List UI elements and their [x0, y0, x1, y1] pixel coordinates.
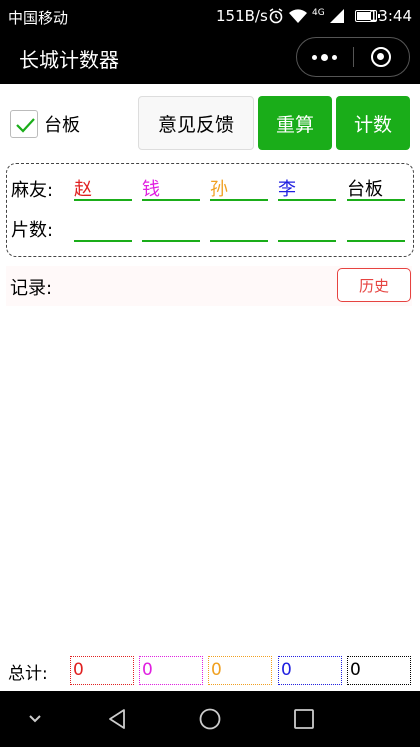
pieces-input-4[interactable]: [278, 240, 336, 242]
dot-icon: [312, 54, 318, 60]
name-underline: [278, 199, 336, 201]
page-title: 长城计数器: [19, 48, 119, 72]
name-underline: [74, 199, 132, 201]
pieces-input-2[interactable]: [142, 240, 200, 242]
player-name-1: 赵: [74, 179, 92, 200]
target-icon: [371, 47, 392, 67]
status-icons: 4G: [268, 8, 380, 24]
total-value-2: 0: [139, 656, 203, 685]
home-icon[interactable]: [198, 707, 222, 731]
feedback-button[interactable]: 意见反馈: [138, 96, 254, 150]
chevron-down-icon[interactable]: [28, 712, 42, 726]
total-value-1: 0: [70, 656, 134, 685]
nav-bar: 长城计数器: [0, 32, 420, 84]
reset-button[interactable]: 重算: [258, 96, 332, 150]
carrier-name: 中国移动: [8, 9, 69, 27]
dot-icon: [321, 53, 329, 61]
history-button[interactable]: 历史: [337, 268, 411, 302]
back-icon[interactable]: [105, 707, 129, 731]
alarm-icon: [269, 8, 283, 24]
player-name-3: 孙: [210, 179, 228, 200]
status-bar: 中国移动 151B/s 4G 13:44: [0, 0, 420, 32]
dot-icon: [332, 54, 338, 60]
wifi-icon: [289, 9, 307, 23]
clock: 13:44: [368, 7, 412, 25]
player-name-2: 钱: [142, 179, 160, 200]
total-label: 总计:: [8, 664, 48, 684]
tableboard-checkbox[interactable]: [10, 110, 38, 138]
tableboard-label: 台板: [44, 115, 80, 136]
recents-icon[interactable]: [292, 707, 316, 731]
system-nav-bar: [0, 691, 420, 747]
more-menu-button[interactable]: [297, 38, 353, 76]
player-name-4: 李: [278, 179, 296, 200]
total-value-4: 0: [278, 656, 342, 685]
tableboard-toggle[interactable]: 台板: [10, 110, 80, 138]
pieces-label: 片数:: [11, 220, 54, 241]
record-label: 记录:: [10, 278, 53, 299]
name-underline: [210, 199, 268, 201]
pieces-input-5[interactable]: [347, 240, 405, 242]
checkmark-icon: [16, 118, 35, 133]
player-name-5: 台板: [347, 179, 383, 200]
pieces-input-3[interactable]: [210, 240, 268, 242]
network-type: 4G: [312, 8, 325, 18]
network-speed: 151B/s: [216, 7, 268, 25]
capsule-menu: [296, 37, 410, 77]
friends-label: 麻友:: [11, 180, 54, 201]
pieces-input-1[interactable]: [74, 240, 132, 242]
close-miniprogram-button[interactable]: [354, 38, 410, 76]
signal-icon: [329, 9, 344, 23]
total-value-5: 0: [347, 656, 411, 685]
count-button[interactable]: 计数: [336, 96, 410, 150]
name-underline: [347, 199, 405, 201]
total-value-3: 0: [208, 656, 272, 685]
name-underline: [142, 199, 200, 201]
